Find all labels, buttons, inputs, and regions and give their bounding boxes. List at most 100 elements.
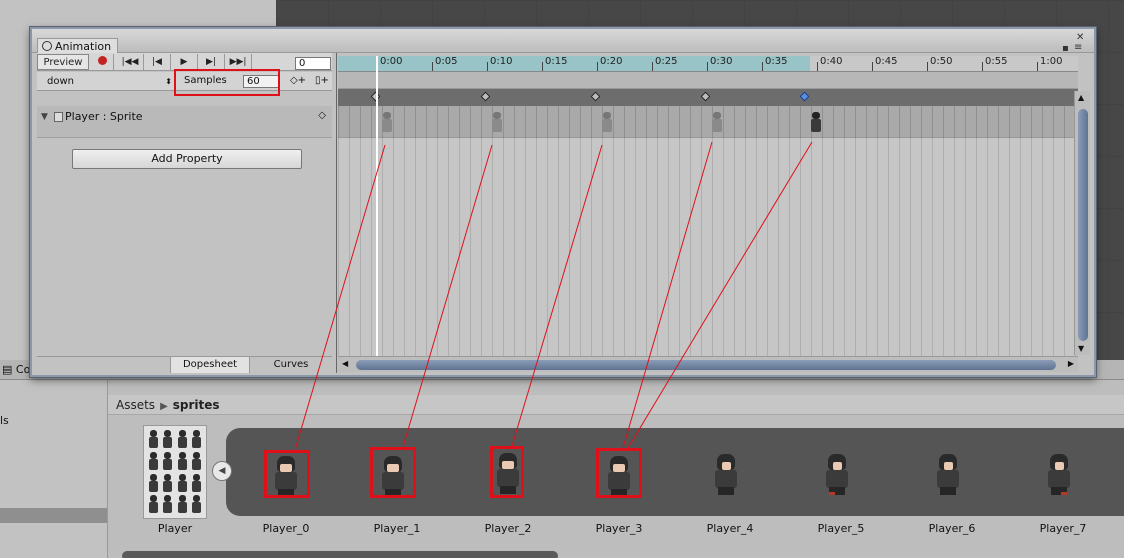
sprite-highlight	[370, 447, 416, 498]
next-frame-icon[interactable]: ▶|	[198, 54, 225, 70]
clip-dropdown[interactable]: down ⬍	[41, 74, 175, 89]
expand-triangle-icon[interactable]: ▼	[41, 112, 48, 122]
add-event-icon[interactable]: ▯+	[312, 74, 332, 89]
sheet-cell	[190, 429, 202, 449]
ruler-tick: 0:15	[541, 56, 568, 71]
sprite-keyframe[interactable]	[380, 111, 394, 133]
ruler-tick: 0:30	[706, 56, 733, 71]
sprite-keyframe[interactable]	[600, 111, 614, 133]
add-keyframe-icon[interactable]: ◇+	[288, 74, 308, 89]
sheet-cell	[190, 473, 202, 493]
ruler-tick: 0:00	[376, 56, 403, 71]
ruler-tick: 0:45	[871, 56, 898, 71]
ruler-active-range	[338, 56, 810, 71]
sprite-label: Player_6	[928, 522, 976, 535]
folder-selection[interactable]	[0, 508, 107, 523]
sheet-cell	[161, 473, 173, 493]
sprite-label: Player_5	[817, 522, 865, 535]
time-ruler[interactable]: 0:00 0:05 0:10 0:15 0:20 0:25 0:30 0:35 …	[338, 56, 1078, 72]
dropdown-arrow-icon: ⬍	[165, 77, 172, 86]
scroll-down-icon[interactable]: ▼	[1078, 344, 1084, 353]
project-folder-tree: ls	[0, 380, 108, 558]
sprite-player-4[interactable]	[706, 450, 746, 496]
sheet-cell	[147, 494, 159, 514]
sprite-label: Player_0	[262, 522, 310, 535]
window-titlebar[interactable]: Animation ▪ ≡ ✕	[32, 29, 1094, 54]
animation-tab[interactable]: Animation	[37, 38, 119, 54]
sprite-highlight	[490, 446, 524, 498]
menu-icon[interactable]: ≡	[1074, 42, 1082, 53]
samples-highlight	[174, 69, 280, 96]
sheet-cell	[147, 473, 159, 493]
sprite-keyframe[interactable]	[490, 111, 504, 133]
add-property-button[interactable]: Add Property	[72, 149, 302, 169]
keyframe-toggle-icon[interactable]: ◇	[318, 110, 326, 121]
prev-frame-icon[interactable]: |◀	[144, 54, 171, 70]
sprite-player-7[interactable]	[1039, 450, 1079, 496]
sprite-sheet-label: Player	[157, 522, 193, 535]
sheet-cell	[176, 429, 188, 449]
breadcrumb: Assets ▶ sprites	[108, 395, 1124, 415]
lock-icon[interactable]: ▪	[1062, 43, 1069, 54]
timeline-grid[interactable]	[338, 138, 1078, 356]
preview-button[interactable]: Preview	[37, 54, 89, 70]
sprite-keyframe-selected[interactable]	[809, 111, 823, 133]
sheet-cell	[176, 451, 188, 471]
panel-divider[interactable]	[336, 53, 337, 373]
sprite-label: Player_7	[1039, 522, 1087, 535]
scroll-right-icon[interactable]: ▶	[1068, 359, 1074, 368]
sprite-keyframe[interactable]	[710, 111, 724, 133]
sprite-player-5[interactable]	[817, 450, 857, 496]
ruler-tick: 0:40	[816, 56, 843, 71]
frame-field[interactable]: 0	[295, 57, 331, 70]
play-icon[interactable]: ▶	[171, 54, 198, 70]
breadcrumb-assets[interactable]: Assets	[116, 398, 155, 412]
track-grid	[338, 106, 1078, 138]
tab-curves[interactable]: Curves	[251, 357, 331, 373]
clock-icon	[42, 41, 52, 51]
ruler-tick: 0:55	[981, 56, 1008, 71]
scroll-up-icon[interactable]: ▲	[1078, 93, 1084, 102]
collapse-arrow-icon[interactable]: ◀	[212, 461, 232, 481]
sheet-cell	[147, 451, 159, 471]
sprite-highlight	[596, 448, 642, 498]
sprite-label: Player_2	[484, 522, 532, 535]
horizontal-scrollbar[interactable]: ◀ ▶	[338, 356, 1078, 372]
vertical-scrollbar[interactable]: ▲ ▼	[1074, 91, 1090, 355]
last-frame-icon[interactable]: ▶▶|	[225, 54, 252, 70]
vertical-scroll-thumb[interactable]	[1078, 109, 1088, 341]
sprite-label: Player_3	[595, 522, 643, 535]
record-icon	[98, 56, 107, 65]
ruler-tick: 0:35	[761, 56, 788, 71]
ruler-tick: 0:20	[596, 56, 623, 71]
sprite-label: Player_1	[373, 522, 421, 535]
folder-label[interactable]: ls	[0, 414, 9, 427]
property-name: Player : Sprite	[65, 110, 143, 123]
close-icon[interactable]: ✕	[1076, 32, 1084, 43]
breadcrumb-sprites[interactable]: sprites	[173, 398, 220, 412]
breadcrumb-arrow-icon: ▶	[160, 401, 168, 412]
sprite-label: Player_4	[706, 522, 754, 535]
record-button[interactable]	[92, 54, 114, 70]
console-tab[interactable]: ▤ Co	[2, 363, 30, 376]
horizontal-scroll-thumb[interactable]	[356, 360, 1056, 370]
scroll-left-icon[interactable]: ◀	[342, 359, 348, 368]
sheet-cell	[147, 429, 159, 449]
sprite-sheet-thumbnail[interactable]	[143, 425, 207, 519]
ruler-tick: 0:25	[651, 56, 678, 71]
ruler-tick: 0:10	[486, 56, 513, 71]
first-frame-icon[interactable]: |◀◀	[117, 54, 144, 70]
bottom-scrollbar[interactable]	[122, 551, 558, 558]
sprite-highlight	[264, 450, 310, 498]
sheet-cell	[161, 494, 173, 514]
property-row[interactable]: ▼ Player : Sprite ◇	[37, 106, 332, 138]
sheet-cell	[176, 473, 188, 493]
view-mode-tabs: Dopesheet Curves	[37, 356, 332, 373]
sheet-cell	[161, 429, 173, 449]
tab-dopesheet[interactable]: Dopesheet	[170, 357, 250, 373]
playhead[interactable]	[376, 56, 378, 356]
sprite-player-6[interactable]	[928, 450, 968, 496]
events-row[interactable]	[338, 72, 1078, 89]
ruler-tick: 0:50	[926, 56, 953, 71]
console-icon: ▤	[2, 363, 16, 376]
